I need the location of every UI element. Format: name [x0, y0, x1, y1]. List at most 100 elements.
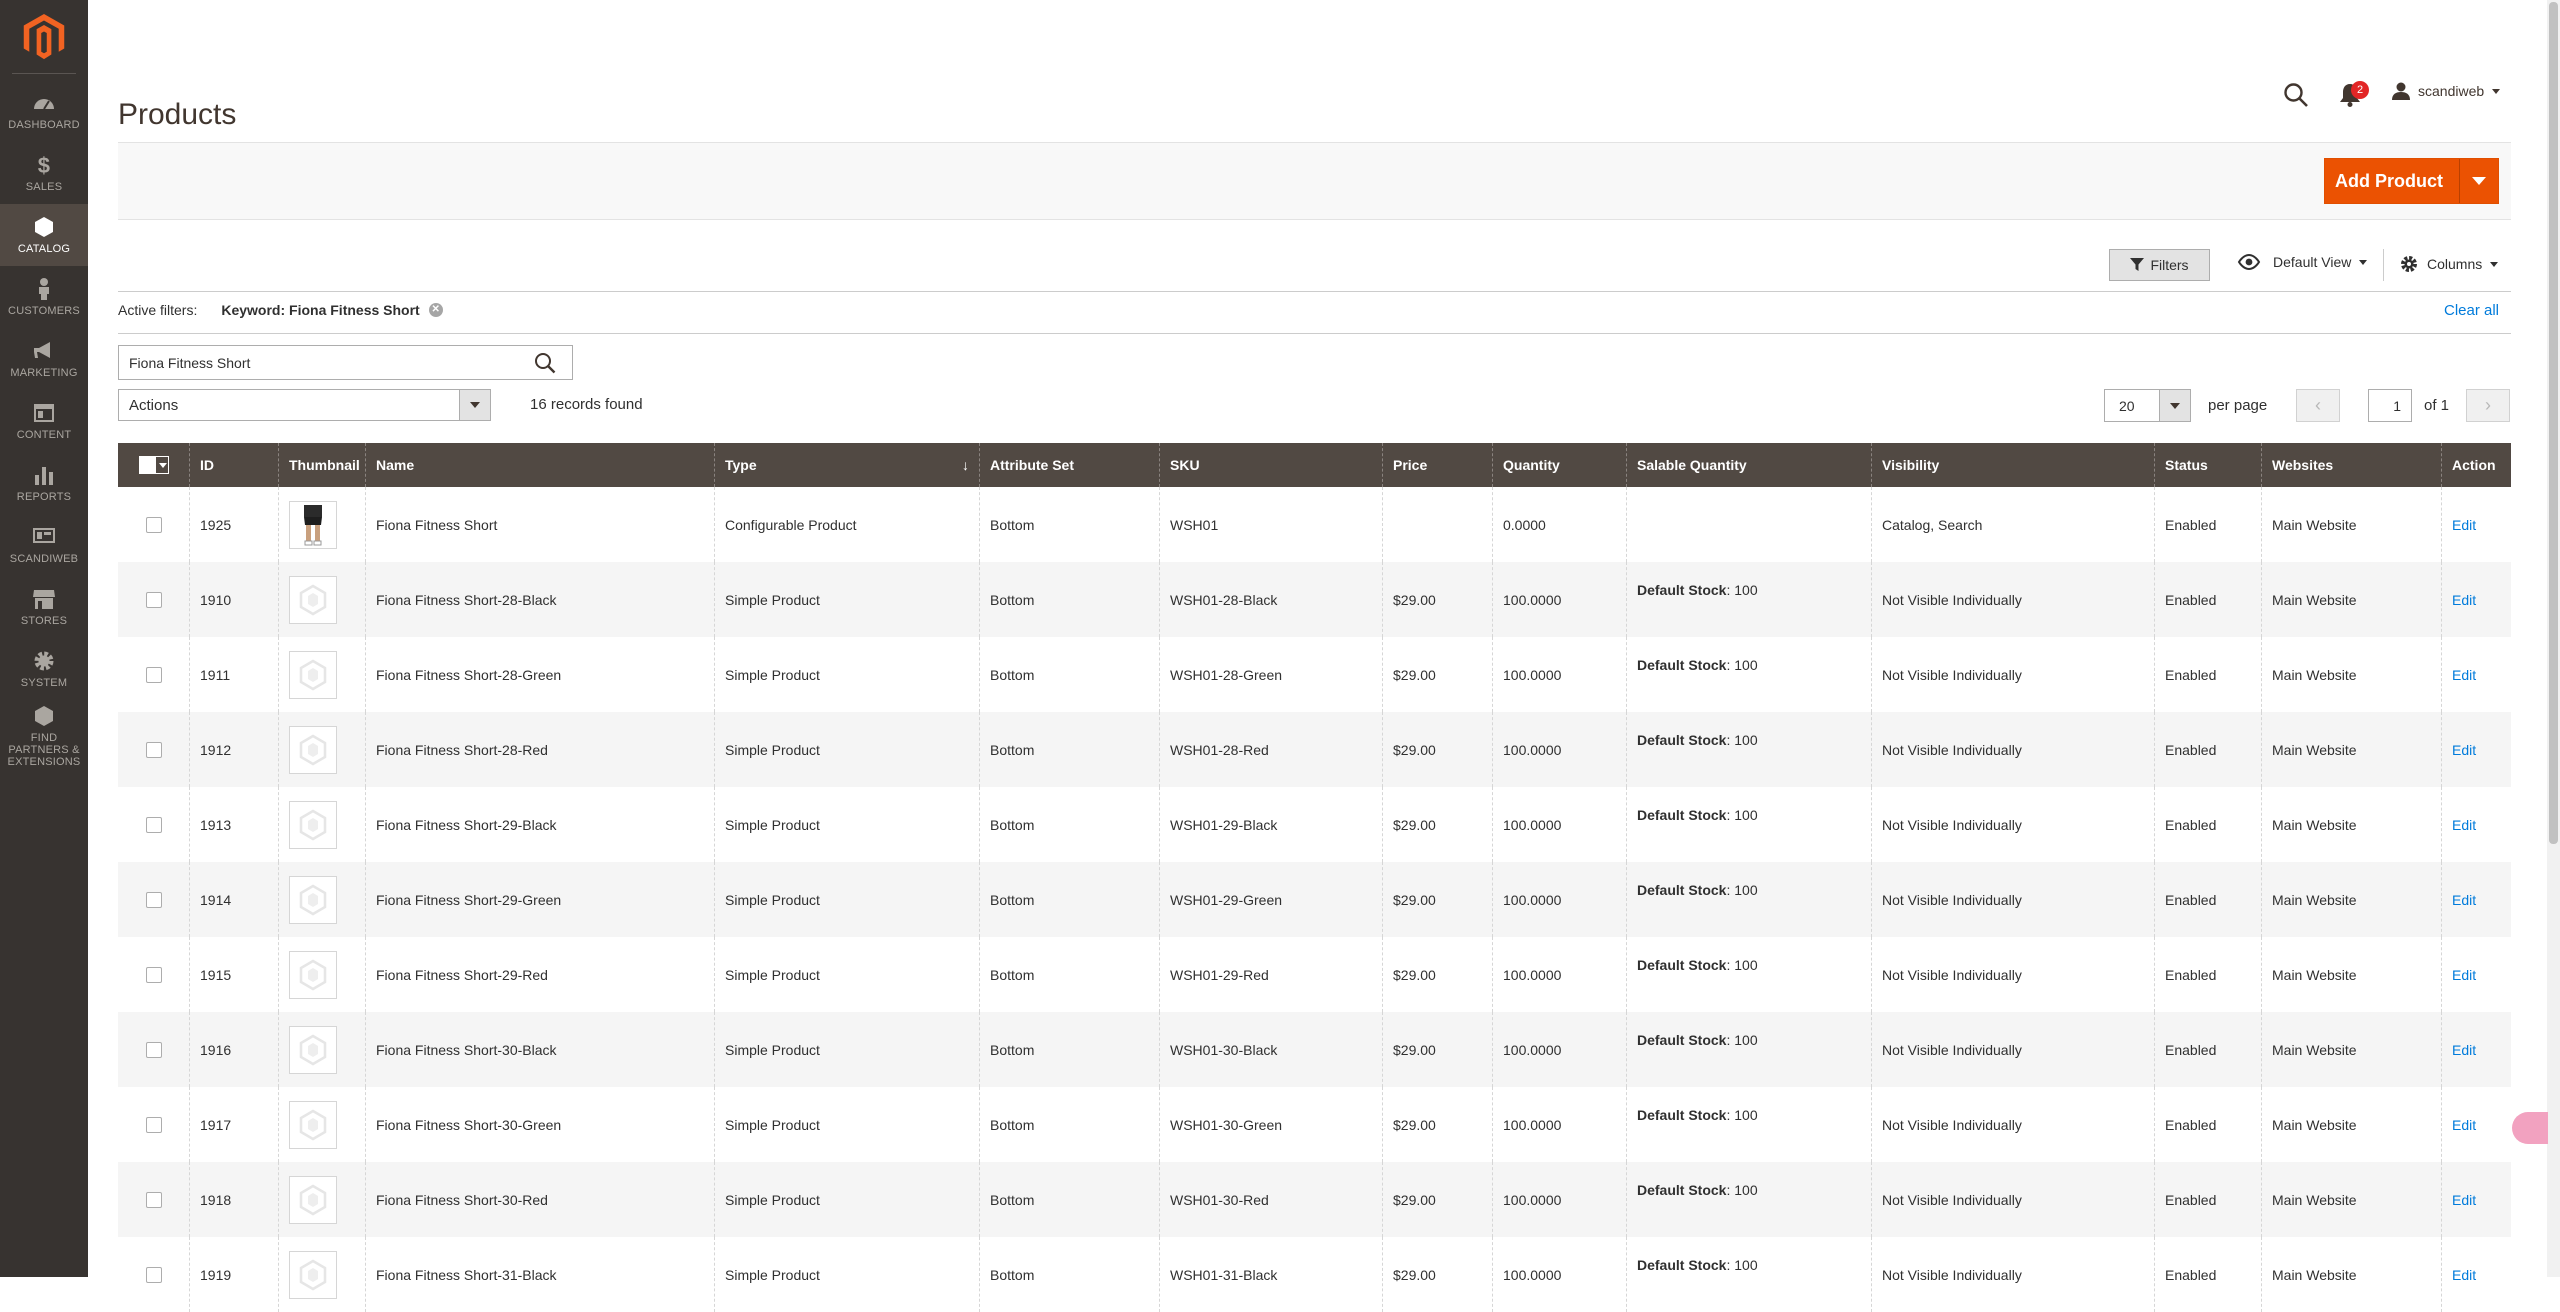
row-select-cell[interactable] [118, 1237, 190, 1312]
per-page-select[interactable]: 20 [2104, 389, 2191, 422]
column-header-id[interactable]: ID [190, 443, 279, 487]
edit-link[interactable]: Edit [2452, 1117, 2476, 1133]
row-checkbox[interactable] [145, 1266, 162, 1283]
row-select-cell[interactable] [118, 937, 190, 1012]
columns-selector[interactable]: Columns [2399, 254, 2499, 274]
column-header-type[interactable]: Type ↓ [715, 443, 980, 487]
sidebar-item-find-partners-extensions[interactable]: FIND PARTNERS & EXTENSIONS [0, 700, 88, 772]
select-all-column[interactable] [118, 443, 190, 487]
column-header-attribute-set[interactable]: Attribute Set [980, 443, 1160, 487]
row-checkbox[interactable] [145, 816, 162, 833]
row-select-cell[interactable] [118, 1087, 190, 1162]
edit-link[interactable]: Edit [2452, 592, 2476, 608]
column-header-websites[interactable]: Websites [2262, 443, 2442, 487]
sidebar-item-system[interactable]: SYSTEM [0, 638, 88, 700]
sidebar-item-dashboard[interactable]: DASHBOARD [0, 80, 88, 142]
view-selector[interactable]: Default View [2237, 254, 2368, 270]
clear-all-link[interactable]: Clear all [2444, 302, 2499, 319]
row-checkbox[interactable] [145, 666, 162, 683]
mass-select-checkbox[interactable] [138, 456, 169, 474]
table-row: 1913 Fiona Fitness Short-29-Black Simple P… [118, 787, 2511, 862]
edit-link[interactable]: Edit [2452, 1042, 2476, 1058]
notifications-badge[interactable]: 2 [2351, 81, 2369, 99]
row-select-cell[interactable] [118, 862, 190, 937]
sidebar-item-sales[interactable]: $ SALES [0, 142, 88, 204]
sidebar-item-stores[interactable]: STORES [0, 576, 88, 638]
row-select-cell[interactable] [118, 637, 190, 712]
column-header-sku[interactable]: SKU [1160, 443, 1383, 487]
row-checkbox[interactable] [145, 1191, 162, 1208]
salable-stock-label: Default Stock [1637, 657, 1727, 673]
websites-cell: Main Website [2262, 862, 2442, 937]
status-cell: Enabled [2155, 1012, 2262, 1087]
placeholder-image-icon[interactable] [289, 1100, 337, 1149]
edit-link[interactable]: Edit [2452, 967, 2476, 983]
placeholder-image-icon[interactable] [289, 875, 337, 924]
column-header-visibility[interactable]: Visibility [1872, 443, 2155, 487]
placeholder-image-icon[interactable] [289, 725, 337, 774]
edit-link[interactable]: Edit [2452, 892, 2476, 908]
mass-actions-select[interactable]: Actions [118, 389, 491, 421]
sidebar-item-marketing[interactable]: MARKETING [0, 328, 88, 390]
quantity-cell: 100.0000 [1493, 712, 1627, 787]
row-select-cell[interactable] [118, 787, 190, 862]
row-checkbox[interactable] [145, 1116, 162, 1133]
sidebar-item-scandiweb[interactable]: SCANDIWEB [0, 514, 88, 576]
add-product-dropdown-toggle[interactable] [2459, 159, 2498, 203]
edit-link[interactable]: Edit [2452, 742, 2476, 758]
row-select-cell[interactable] [118, 487, 190, 562]
placeholder-image-icon[interactable] [289, 650, 337, 699]
column-header-thumbnail[interactable]: Thumbnail [279, 443, 366, 487]
row-checkbox[interactable] [145, 741, 162, 758]
row-checkbox[interactable] [145, 1041, 162, 1058]
translate-float-button[interactable] [2512, 1112, 2548, 1144]
edit-link[interactable]: Edit [2452, 667, 2476, 683]
layout-icon [34, 404, 54, 422]
placeholder-image-icon[interactable] [289, 1025, 337, 1074]
sidebar-item-reports[interactable]: REPORTS [0, 452, 88, 514]
column-header-status[interactable]: Status [2155, 443, 2262, 487]
placeholder-image-icon[interactable] [289, 1175, 337, 1224]
column-header-price[interactable]: Price [1383, 443, 1493, 487]
placeholder-image-icon[interactable] [289, 950, 337, 999]
column-header-quantity[interactable]: Quantity [1493, 443, 1627, 487]
sidebar-item-content[interactable]: CONTENT [0, 390, 88, 452]
edit-link[interactable]: Edit [2452, 517, 2476, 533]
row-checkbox[interactable] [145, 516, 162, 533]
next-page-button[interactable]: › [2466, 389, 2510, 422]
row-checkbox[interactable] [145, 591, 162, 608]
column-header-action[interactable]: Action [2442, 443, 2511, 487]
previous-page-button[interactable]: ‹ [2296, 389, 2340, 422]
column-header-name[interactable]: Name [366, 443, 715, 487]
column-header-salable-quantity[interactable]: Salable Quantity [1627, 443, 1872, 487]
remove-filter-icon[interactable]: ✕ [428, 303, 443, 317]
name-cell: Fiona Fitness Short [366, 487, 715, 562]
filters-button[interactable]: Filters [2109, 249, 2210, 281]
edit-link[interactable]: Edit [2452, 1192, 2476, 1208]
placeholder-image-icon[interactable] [289, 1250, 337, 1299]
row-select-cell[interactable] [118, 1162, 190, 1237]
column-header-label: Thumbnail [289, 457, 360, 473]
add-product-button[interactable]: Add Product [2324, 158, 2499, 204]
scrollbar-thumb[interactable] [2549, 2, 2558, 844]
search-icon[interactable] [534, 352, 556, 374]
row-select-cell[interactable] [118, 712, 190, 787]
placeholder-image-icon[interactable] [289, 575, 337, 624]
sidebar-item-customers[interactable]: CUSTOMERS [0, 266, 88, 328]
search-icon[interactable] [2283, 82, 2309, 108]
user-menu[interactable]: scandiweb [2392, 82, 2501, 100]
edit-link[interactable]: Edit [2452, 817, 2476, 833]
row-select-cell[interactable] [118, 1012, 190, 1087]
keyword-search-input[interactable]: Fiona Fitness Short [118, 345, 573, 380]
magento-logo-icon[interactable] [22, 14, 66, 60]
salable-stock-value: : 100 [1726, 657, 1758, 673]
row-select-cell[interactable] [118, 562, 190, 637]
page-number-input[interactable]: 1 [2368, 389, 2412, 422]
product-thumbnail[interactable] [289, 500, 337, 549]
row-checkbox[interactable] [145, 966, 162, 983]
type-cell: Simple Product [715, 712, 980, 787]
row-checkbox[interactable] [145, 891, 162, 908]
placeholder-image-icon[interactable] [289, 800, 337, 849]
edit-link[interactable]: Edit [2452, 1267, 2476, 1283]
sidebar-item-catalog[interactable]: CATALOG [0, 204, 88, 266]
